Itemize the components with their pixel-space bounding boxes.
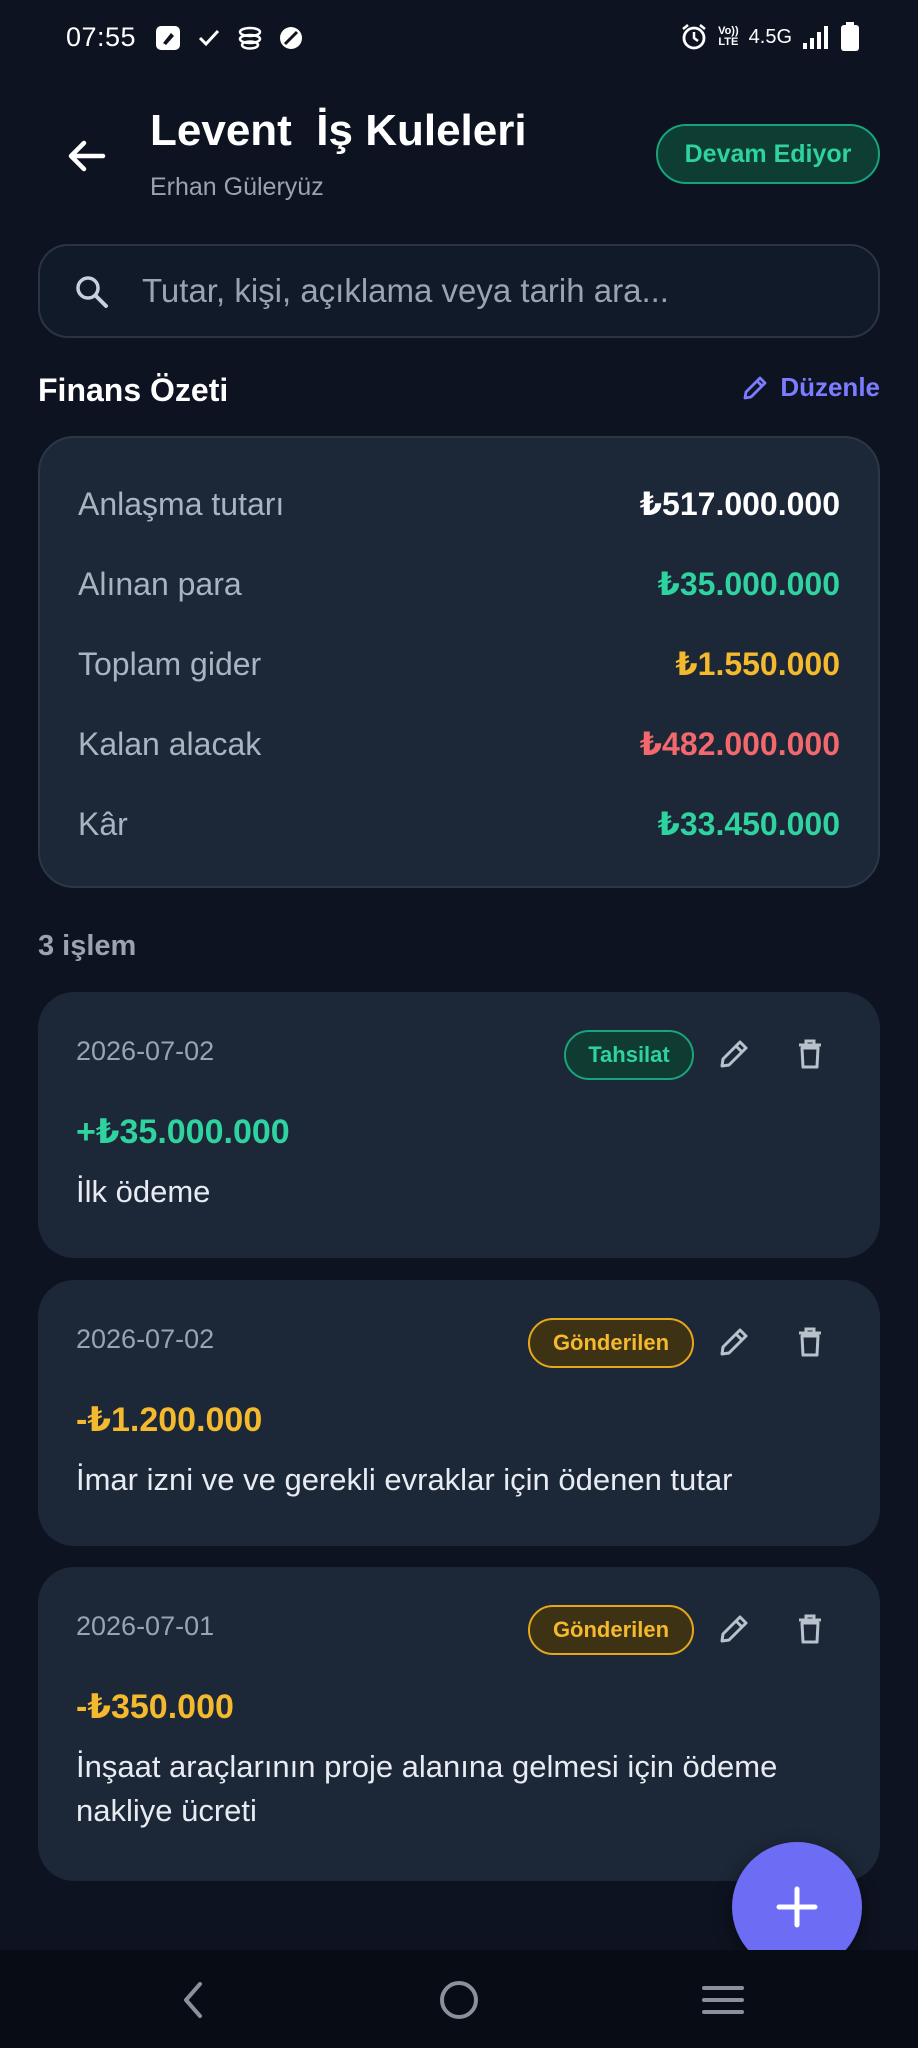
signal-icon: [803, 26, 828, 49]
transaction-amount: -₺350.000: [76, 1688, 234, 1726]
summary-label: Toplam gider: [78, 645, 262, 682]
system-icons: Vo)) LTE 4.5G: [680, 22, 860, 52]
transaction-card[interactable]: 2026-07-01 Gönderilen -₺350.000 İnşaat a…: [38, 1567, 880, 1881]
summary-label: Anlaşma tutarı: [78, 485, 285, 522]
search-input[interactable]: [142, 268, 842, 314]
pencil-icon: [743, 376, 767, 399]
status-bar: 07:55 Vo)) LTE 4.5G: [0, 0, 918, 80]
battery-icon: [841, 22, 859, 51]
transaction-card[interactable]: 2026-07-02 Tahsilat +₺35.000.000 İlk öde…: [38, 992, 880, 1258]
summary-value: ₺33.450.000: [657, 806, 840, 842]
delete-transaction-button[interactable]: [792, 1324, 828, 1365]
trash-icon: [799, 1614, 821, 1644]
summary-label: Kalan alacak: [78, 725, 262, 762]
status-badge[interactable]: Devam Ediyor: [656, 124, 880, 184]
volte-indicator: Vo)) LTE: [718, 25, 739, 48]
check-icon: [198, 29, 220, 47]
alarm-icon: [682, 24, 706, 50]
summary-row-expenses: Toplam gider ₺1.550.000: [78, 639, 840, 689]
status-time: 07:55: [66, 22, 137, 52]
transaction-amount: +₺35.000.000: [76, 1113, 290, 1151]
transaction-description: İnşaat araçlarının proje alanına gelmesi…: [76, 1749, 778, 1828]
page-title: Levent İş Kuleleri: [150, 106, 527, 155]
delete-transaction-button[interactable]: [792, 1036, 828, 1077]
search-icon: [76, 276, 108, 308]
delete-transaction-button[interactable]: [792, 1611, 828, 1652]
transaction-date: 2026-07-02: [76, 1036, 215, 1066]
transaction-card[interactable]: 2026-07-02 Gönderilen -₺1.200.000 İmar i…: [38, 1280, 880, 1546]
edit-transaction-button[interactable]: [716, 1611, 752, 1652]
summary-value: ₺517.000.000: [639, 486, 840, 522]
pencil-icon: [720, 1328, 748, 1356]
pencil-icon: [720, 1615, 748, 1643]
edit-summary-button[interactable]: Düzenle: [740, 372, 880, 403]
chevron-left-icon: [184, 1982, 202, 2018]
summary-row-agreement: Anlaşma tutarı ₺517.000.000: [78, 479, 840, 529]
edit-transaction-button[interactable]: [716, 1036, 752, 1077]
circle-home-icon: [440, 1981, 478, 2019]
summary-card: Anlaşma tutarı ₺517.000.000 Alınan para …: [38, 436, 880, 888]
transaction-description: İlk ödeme: [76, 1174, 211, 1209]
nav-recents-button[interactable]: [693, 1970, 753, 2030]
transaction-amount: -₺1.200.000: [76, 1401, 263, 1439]
plus-icon: [776, 1886, 818, 1928]
back-button[interactable]: [56, 126, 116, 186]
transaction-type-badge: Tahsilat: [564, 1030, 694, 1080]
system-nav-bar: [0, 1950, 918, 2048]
summary-label: Alınan para: [78, 565, 242, 602]
menu-lines-icon: [702, 1986, 744, 2014]
summary-value: ₺1.550.000: [675, 646, 840, 682]
transaction-type-badge: Gönderilen: [528, 1605, 694, 1655]
transaction-description: İmar izni ve ve gerekli evraklar için öd…: [76, 1462, 733, 1497]
network-type: 4.5G: [748, 25, 792, 48]
transaction-type-badge: Gönderilen: [528, 1318, 694, 1368]
summary-value: ₺35.000.000: [657, 566, 840, 602]
edit-transaction-button[interactable]: [716, 1324, 752, 1365]
search-bar[interactable]: [38, 244, 880, 338]
trash-icon: [799, 1327, 821, 1357]
blocked-icon: [280, 27, 302, 49]
arrow-left-icon: [68, 140, 106, 172]
app-stack-icon: [238, 26, 262, 50]
summary-row-remaining: Kalan alacak ₺482.000.000: [78, 719, 840, 769]
transaction-date: 2026-07-01: [76, 1611, 215, 1641]
summary-value: ₺482.000.000: [639, 726, 840, 762]
transaction-date: 2026-07-02: [76, 1324, 215, 1354]
summary-row-received: Alınan para ₺35.000.000: [78, 559, 840, 609]
page-subtitle: Erhan Güleryüz: [150, 173, 324, 201]
edit-summary-label: Düzenle: [780, 372, 880, 402]
nav-home-button[interactable]: [429, 1970, 489, 2030]
transaction-count: 3 işlem: [38, 930, 137, 962]
trash-icon: [799, 1039, 821, 1069]
screen: 07:55 Vo)) LTE 4.5G Levent İş Kuleleri E…: [0, 0, 918, 2048]
nav-back-button[interactable]: [163, 1970, 223, 2030]
summary-label: Kâr: [78, 805, 128, 842]
summary-row-profit: Kâr ₺33.450.000: [78, 799, 840, 849]
pencil-icon: [720, 1040, 748, 1068]
notification-icons: [154, 24, 304, 52]
edit-square-icon: [156, 26, 180, 50]
summary-title: Finans Özeti: [38, 372, 229, 408]
